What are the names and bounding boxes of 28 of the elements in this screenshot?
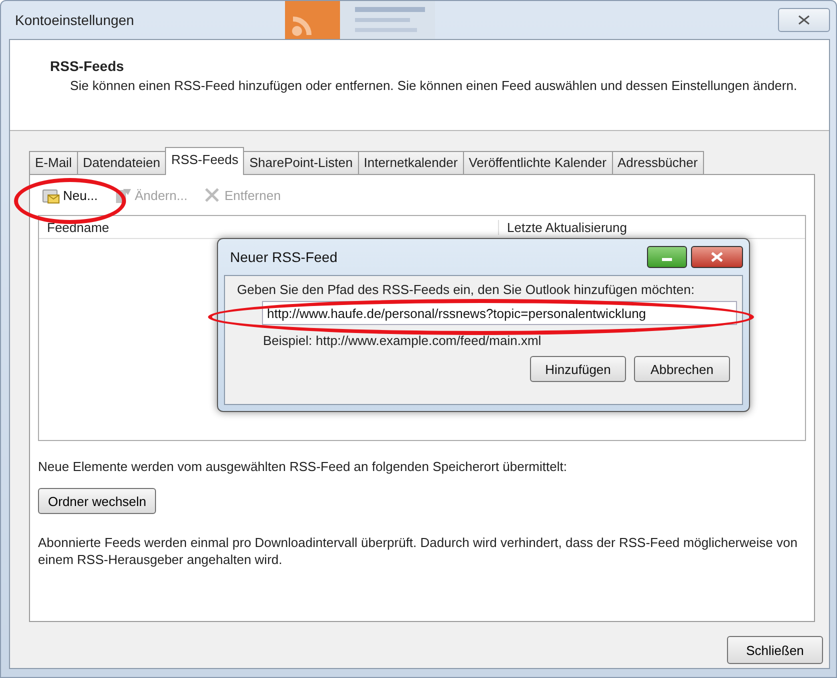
close-icon (711, 252, 723, 262)
example-text: Beispiel: http://www.example.com/feed/main.xml (263, 333, 542, 348)
close-button[interactable] (778, 8, 830, 32)
tab[interactable]: Datendateien (76, 151, 166, 174)
tab[interactable]: SharePoint-Listen (243, 151, 359, 174)
tab[interactable]: Veröffentlichte Kalender (462, 151, 612, 174)
tab[interactable]: Internetkalender (358, 151, 464, 174)
new-button[interactable]: Neu... (42, 186, 98, 204)
section-title: RSS-Feeds (50, 58, 125, 74)
close-icon (798, 15, 810, 25)
tab[interactable]: E-Mail (29, 151, 78, 174)
dialog-title: Neuer RSS-Feed (229, 249, 338, 265)
add-button[interactable]: Hinzufügen (530, 356, 626, 382)
cancel-button[interactable]: Abbrechen (634, 356, 730, 382)
tab[interactable]: Adressbücher (612, 151, 704, 174)
close-button[interactable] (691, 246, 743, 268)
window-title: Kontoeinstellungen (14, 12, 136, 28)
tab[interactable]: RSS-Feeds (165, 147, 244, 175)
column-header[interactable]: Letzte Aktualisierung (498, 220, 805, 234)
x-icon (203, 186, 222, 204)
info-text: Abonnierte Feeds werden einmal pro Downloadintervall überprüft. Dadurch wird verhindert, dass der RSS-Feed möglicherweise von einem RSS-Herausgeber angehalten wird. (38, 534, 798, 568)
change-folder-button[interactable]: Ordner wechseln (38, 488, 156, 514)
minimize-button[interactable] (647, 246, 687, 268)
close-dialog-button[interactable]: Schließen (727, 636, 823, 664)
prompt-text: Geben Sie den Pfad des RSS-Feeds ein, den Sie Outlook hinzufügen möchten: (237, 282, 696, 297)
section-description: Sie können einen RSS-Feed hinzufügen oder entfernen. Sie können einen Feed auswählen und dessen Einstellungen ändern. (69, 77, 798, 94)
column-header[interactable]: Feedname (39, 220, 498, 234)
delivery-note: Neue Elemente werden vom ausgewählten RSS-Feed an folgenden Speicherort übermittelt: (38, 459, 568, 474)
